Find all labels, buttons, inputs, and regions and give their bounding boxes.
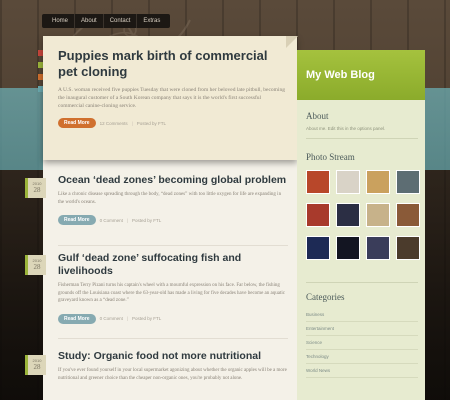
nav-item-about[interactable]: About bbox=[75, 14, 104, 28]
featured-post-title[interactable]: Puppies mark birth of commercial pet clo… bbox=[58, 48, 288, 80]
about-text: About me. Edit this in the options panel… bbox=[306, 126, 386, 131]
photo-thumbnail[interactable] bbox=[396, 203, 420, 227]
meta-separator: | bbox=[131, 120, 133, 126]
category-link[interactable]: World News bbox=[306, 364, 418, 378]
featured-post: Puppies mark birth of commercial pet clo… bbox=[58, 48, 288, 128]
photo-thumbnail[interactable] bbox=[366, 236, 390, 260]
top-navigation: Home About Contact Extras bbox=[42, 14, 171, 28]
category-link[interactable]: Science bbox=[306, 336, 418, 350]
photo-stream-heading: Photo Stream bbox=[306, 152, 355, 162]
photo-thumbnail[interactable] bbox=[306, 203, 330, 227]
photo-thumbnail[interactable] bbox=[306, 236, 330, 260]
photo-thumbnail[interactable] bbox=[336, 170, 360, 194]
post-author: Posted by FTL bbox=[136, 120, 167, 126]
photo-thumbnail[interactable] bbox=[396, 170, 420, 194]
read-more-button[interactable]: Read More bbox=[58, 215, 96, 225]
read-more-button[interactable]: Read More bbox=[58, 313, 96, 324]
post-date-badge: 2010 28 bbox=[25, 255, 46, 275]
post-author: Posted by FTL bbox=[132, 217, 162, 223]
photo-thumbnail[interactable] bbox=[366, 170, 390, 194]
post-excerpt: Fisherman Terry Pizani turns his captain… bbox=[58, 283, 285, 303]
nav-item-extras[interactable]: Extras bbox=[137, 14, 166, 28]
nav-item-home[interactable]: Home bbox=[46, 14, 76, 28]
blog-title[interactable]: My Web Blog bbox=[306, 69, 375, 81]
post-date-badge: 2010 28 bbox=[25, 355, 46, 375]
about-heading: About bbox=[306, 111, 329, 121]
comments-link[interactable]: 12 Comments bbox=[100, 121, 128, 126]
categories-list: Business Entertainment Science Technolog… bbox=[306, 308, 418, 378]
photo-thumbnail[interactable] bbox=[306, 170, 330, 194]
date-day: 28 bbox=[33, 263, 41, 271]
featured-post-excerpt: A U.S. woman received five puppies Tuesd… bbox=[58, 87, 285, 109]
category-link[interactable]: Technology bbox=[306, 350, 418, 364]
post-item: Study: Organic food not more nutritional… bbox=[58, 350, 288, 382]
category-link[interactable]: Entertainment bbox=[306, 322, 418, 336]
post-excerpt: Like a chronic disease spreading through… bbox=[58, 192, 282, 205]
post-meta: Read More 0 Comment | Posted by FTL bbox=[58, 215, 288, 225]
photo-thumbnail[interactable] bbox=[336, 203, 360, 227]
category-link[interactable]: Business bbox=[306, 308, 418, 322]
meta-separator: | bbox=[126, 217, 128, 223]
comments-link[interactable]: 0 Comment bbox=[100, 316, 123, 321]
post-excerpt: If you've ever found yourself in your lo… bbox=[58, 368, 287, 381]
read-more-button[interactable]: Read More bbox=[58, 118, 96, 128]
post-date-badge: 2010 28 bbox=[25, 178, 46, 198]
post-title[interactable]: Gulf ‘dead zone’ suffocating fish and li… bbox=[58, 252, 288, 278]
comments-link[interactable]: 0 Comment bbox=[100, 218, 123, 223]
post-item: Gulf ‘dead zone’ suffocating fish and li… bbox=[58, 252, 288, 324]
meta-separator: | bbox=[126, 316, 128, 321]
post-title[interactable]: Study: Organic food not more nutritional bbox=[58, 350, 288, 363]
photo-thumbnail[interactable] bbox=[396, 236, 420, 260]
nav-item-contact[interactable]: Contact bbox=[104, 14, 138, 28]
categories-heading: Categories bbox=[306, 292, 345, 302]
date-day: 28 bbox=[33, 363, 41, 371]
sidebar-divider bbox=[306, 138, 418, 139]
photo-thumbnail[interactable] bbox=[366, 203, 390, 227]
post-divider bbox=[58, 338, 288, 339]
post-item: Ocean ‘dead zones’ becoming global probl… bbox=[58, 174, 288, 225]
post-title[interactable]: Ocean ‘dead zones’ becoming global probl… bbox=[58, 174, 288, 187]
date-day: 28 bbox=[33, 186, 41, 194]
photo-thumbnail[interactable] bbox=[336, 236, 360, 260]
sidebar: About About me. Edit this in the options… bbox=[297, 50, 425, 400]
page-fold-corner bbox=[286, 36, 298, 48]
photo-stream-grid bbox=[306, 170, 420, 260]
featured-post-meta: Read More 12 Comments | Posted by FTL bbox=[58, 118, 288, 128]
post-meta: Read More 0 Comment | Posted by FTL bbox=[58, 313, 288, 324]
post-author: Posted by FTL bbox=[132, 316, 162, 321]
sidebar-divider bbox=[306, 282, 418, 283]
post-divider bbox=[58, 245, 288, 246]
